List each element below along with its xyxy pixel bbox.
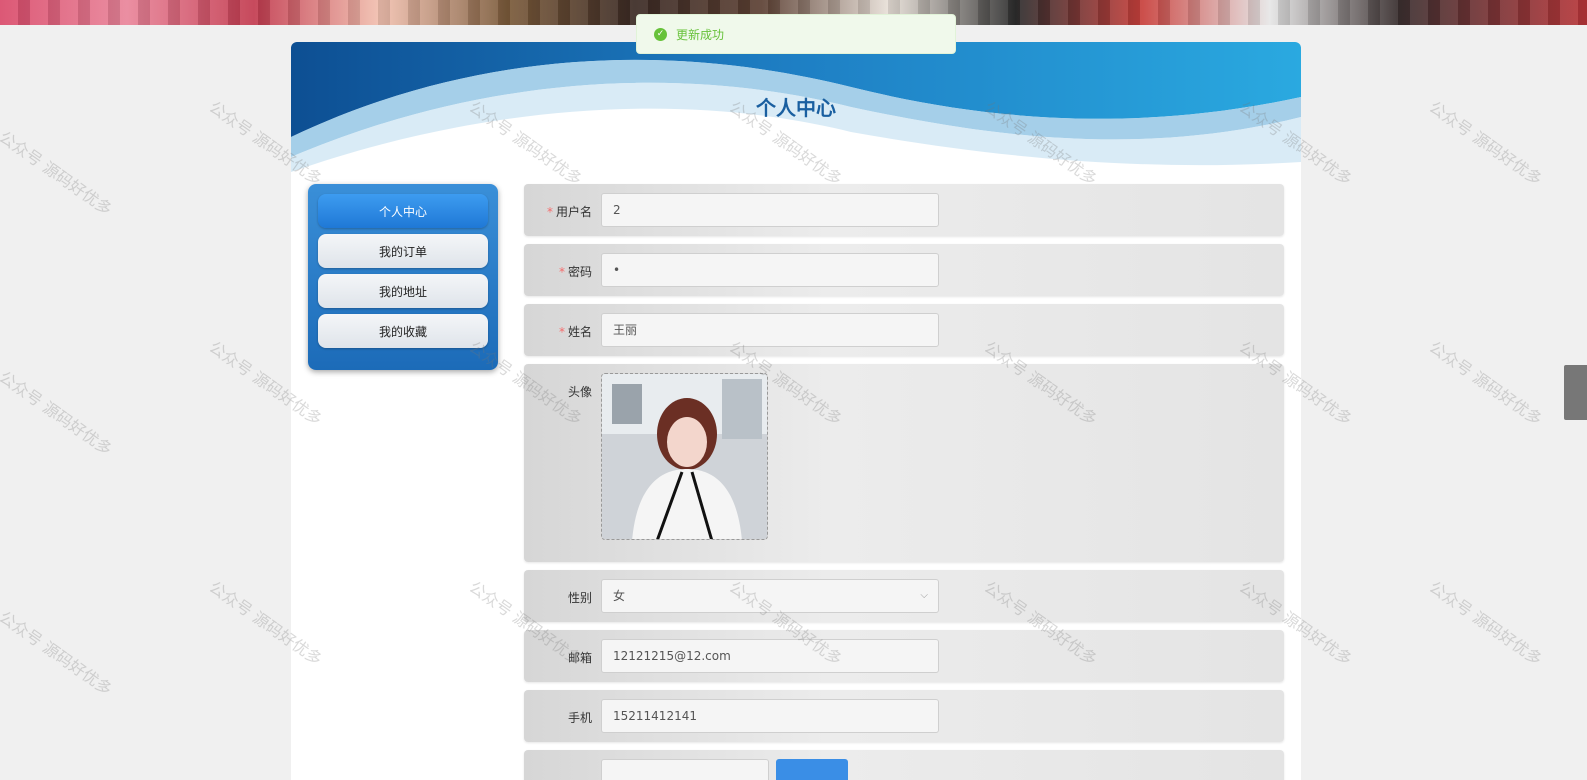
page-title: 个人中心 — [756, 96, 836, 120]
phone-label: 手机 — [567, 711, 592, 725]
floating-side-tab[interactable] — [1564, 365, 1587, 420]
watermark: 公众号 源码好优多 — [1425, 97, 1546, 190]
watermark: 公众号 源码好优多 — [1425, 577, 1546, 670]
gender-label: 性别 — [567, 591, 592, 605]
gender-select[interactable]: 女 ⌵ — [601, 579, 939, 613]
sidebar-item-addresses[interactable]: 我的地址 — [318, 274, 488, 308]
email-label: 邮箱 — [567, 651, 592, 665]
name-label: 姓名 — [567, 325, 592, 339]
sidebar-item-orders[interactable]: 我的订单 — [318, 234, 488, 268]
phone-input[interactable]: 15211412141 — [601, 699, 939, 733]
form-row-phone: 手机 15211412141 — [524, 690, 1284, 742]
email-input[interactable]: 12121215@12.com — [601, 639, 939, 673]
watermark: 公众号 源码好优多 — [0, 607, 116, 700]
form-row-partial — [524, 750, 1284, 780]
form-row-email: 邮箱 12121215@12.com — [524, 630, 1284, 682]
gender-value: 女 — [613, 589, 626, 603]
form-row-password: * 密码 • — [524, 244, 1284, 296]
profile-card: 个人中心 个人中心 我的订单 我的地址 我的收藏 * 用户名 2 * 密码 • * 姓… — [291, 42, 1301, 780]
success-toast: ✓ 更新成功 — [636, 14, 956, 54]
password-label: 密码 — [567, 265, 592, 279]
username-input[interactable]: 2 — [601, 193, 939, 227]
sidebar-item-favorites[interactable]: 我的收藏 — [318, 314, 488, 348]
partial-input[interactable] — [601, 759, 769, 780]
password-input[interactable]: • — [601, 253, 939, 287]
name-input[interactable]: 王丽 — [601, 313, 939, 347]
required-mark: * — [546, 205, 553, 219]
required-mark: * — [558, 325, 565, 339]
partial-button[interactable] — [776, 759, 848, 780]
form-row-name: * 姓名 王丽 — [524, 304, 1284, 356]
check-circle-icon: ✓ — [654, 27, 667, 41]
toast-message: 更新成功 — [676, 27, 725, 42]
avatar-label: 头像 — [567, 385, 592, 399]
watermark: 公众号 源码好优多 — [0, 367, 116, 460]
required-mark: * — [558, 265, 565, 279]
form-row-avatar: 头像 — [524, 364, 1284, 562]
username-label: 用户名 — [555, 205, 592, 219]
form-row-gender: 性别 女 ⌵ — [524, 570, 1284, 622]
form-row-username: * 用户名 2 — [524, 184, 1284, 236]
sidebar-nav: 个人中心 我的订单 我的地址 我的收藏 — [308, 184, 498, 370]
sidebar-item-profile[interactable]: 个人中心 — [318, 194, 488, 228]
watermark: 公众号 源码好优多 — [0, 127, 116, 220]
avatar-upload[interactable] — [601, 373, 768, 540]
avatar-image — [602, 374, 767, 539]
watermark: 公众号 源码好优多 — [1425, 337, 1546, 430]
chevron-down-icon: ⌵ — [920, 590, 928, 601]
